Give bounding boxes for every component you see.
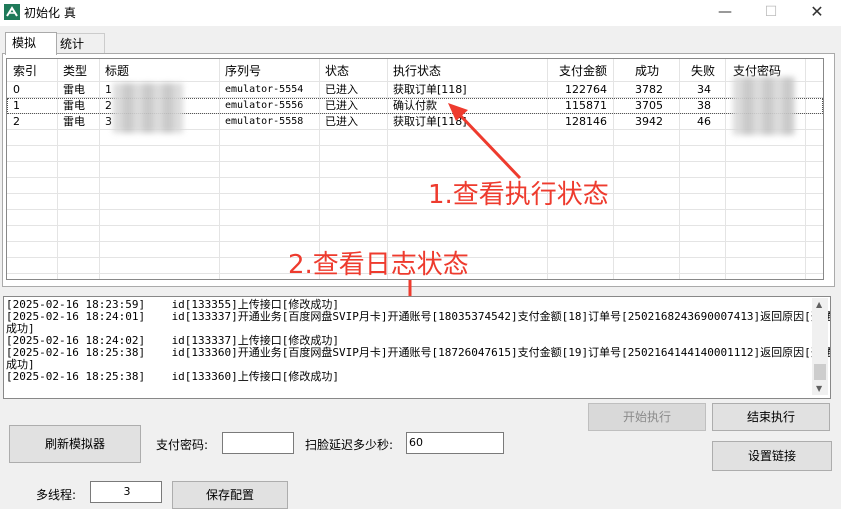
tab-simulate[interactable]: 模拟 (5, 32, 57, 55)
save-config-button[interactable]: 保存配置 (172, 481, 288, 509)
annotation-view-exec-status: 1.查看执行状态 (428, 180, 609, 210)
start-button[interactable]: 开始执行 (588, 403, 706, 431)
log-panel[interactable]: [2025-02-16 18:23:59] id[133355]上传接口[修改成… (3, 296, 831, 399)
set-link-button[interactable]: 设置链接 (712, 441, 832, 471)
stop-button[interactable]: 结束执行 (712, 403, 830, 431)
log-line: [2025-02-16 18:24:01] id[133337]开通业务[百度网… (6, 310, 831, 323)
arrow-1-line (456, 111, 522, 180)
log-line: [2025-02-16 18:25:38] id[133360]开通业务[百度网… (6, 346, 831, 359)
scroll-down-icon[interactable]: ▼ (816, 384, 822, 393)
pay-password-label: 支付密码: (156, 438, 209, 452)
threads-input[interactable]: 3 (90, 481, 162, 503)
log-scrollbar[interactable]: ▲ ▼ (812, 298, 828, 395)
pay-password-input[interactable] (222, 432, 294, 454)
scan-delay-input[interactable]: 60 (406, 432, 504, 454)
threads-label: 多线程: (36, 488, 77, 502)
annotation-view-log-status: 2.查看日志状态 (288, 250, 469, 280)
log-line: [2025-02-16 18:25:38] id[133360]上传接口[修改成… (6, 370, 340, 383)
scroll-thumb[interactable] (814, 364, 826, 380)
scan-delay-label: 扫脸延迟多少秒: (305, 438, 394, 452)
refresh-emulator-button[interactable]: 刷新模拟器 (9, 425, 141, 463)
scroll-up-icon[interactable]: ▲ (816, 300, 822, 309)
